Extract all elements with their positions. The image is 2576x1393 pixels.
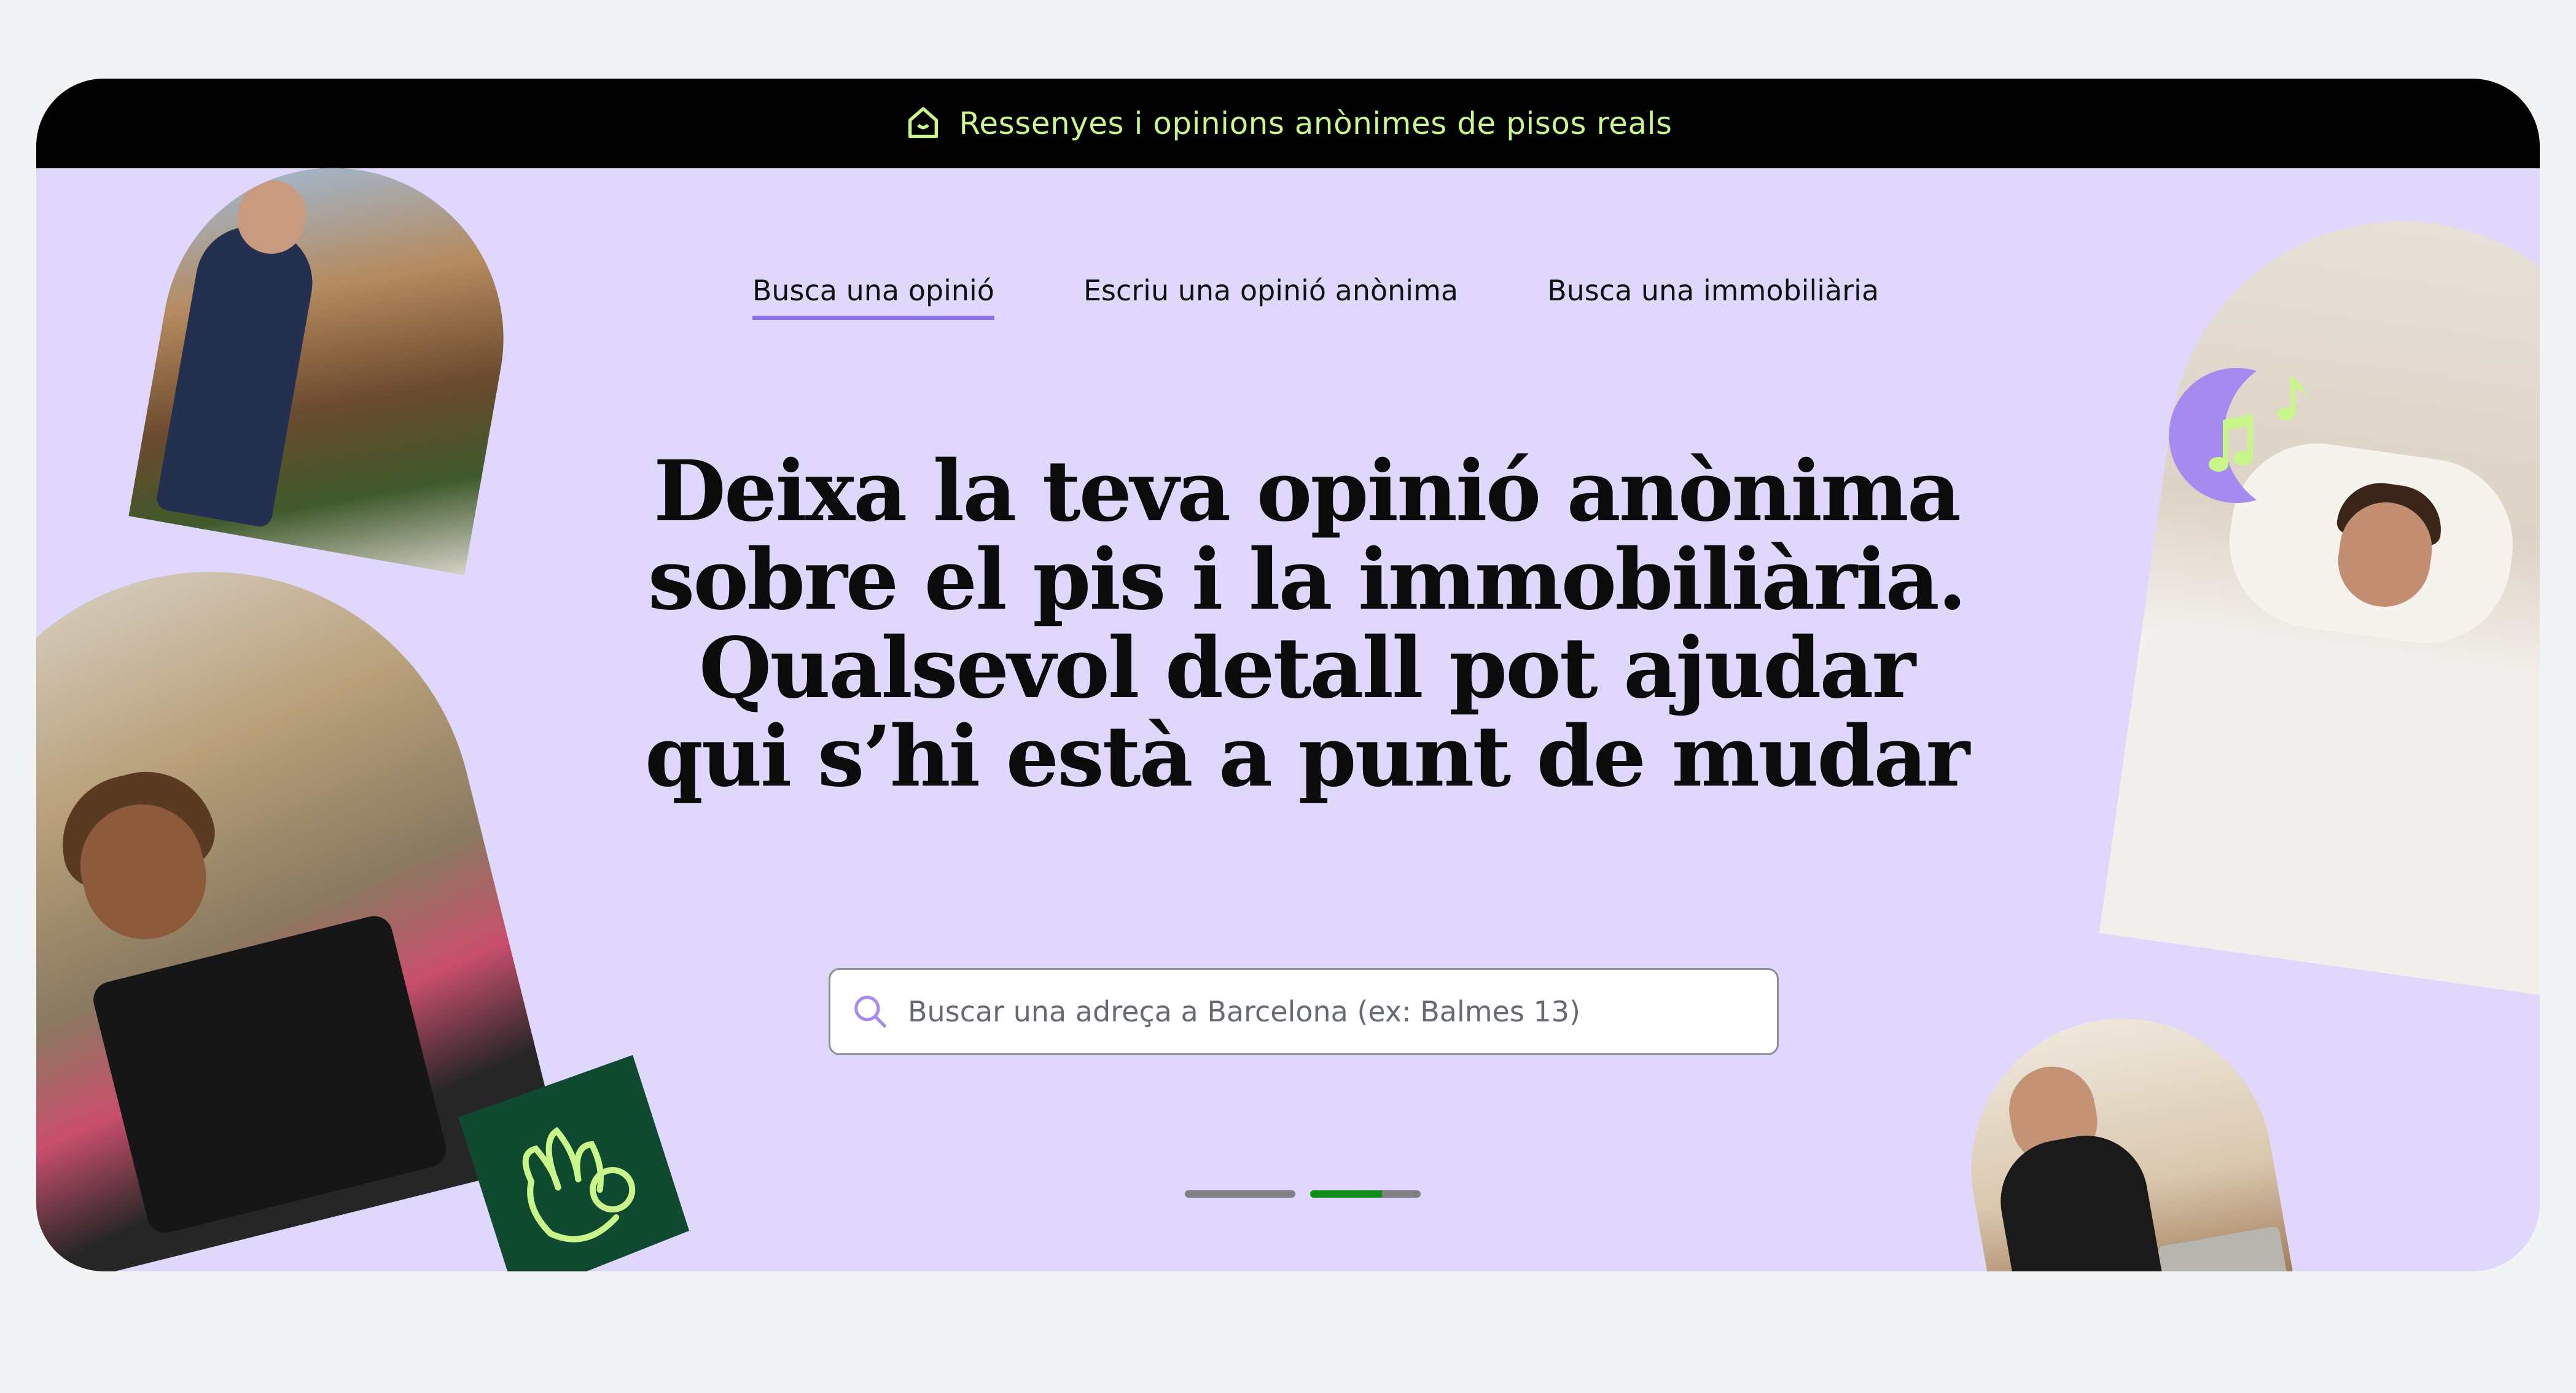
headline-line-1: Deixa la teva opinió anònima bbox=[654, 442, 1961, 540]
headline-line-4: qui s’hi està a punt de mudar bbox=[644, 708, 1970, 806]
headline-line-3: Qualsevol detall pot ajudar bbox=[698, 619, 1916, 717]
nav-escriu-opinio[interactable]: Escriu una opinió anònima bbox=[1083, 274, 1458, 320]
announcement-bar: Ressenyes i opinions anònimes de pisos r… bbox=[36, 79, 2540, 168]
carousel-indicator-1[interactable] bbox=[1185, 1190, 1295, 1198]
photo-man-at-desk bbox=[1947, 994, 2302, 1271]
headline-line-2: sobre el pis i la immobiliària. bbox=[647, 531, 1967, 629]
nav-busca-opinio[interactable]: Busca una opinió bbox=[752, 274, 994, 320]
carousel-progress-fill bbox=[1310, 1190, 1382, 1198]
carousel-indicators bbox=[1185, 1190, 1421, 1198]
main-nav: Busca una opinió Escriu una opinió anòni… bbox=[36, 274, 2540, 320]
address-search-input[interactable] bbox=[908, 995, 1755, 1028]
hero-card: Ressenyes i opinions anònimes de pisos r… bbox=[36, 79, 2540, 1271]
hero-headline: Deixa la teva opinió anònima sobre el pi… bbox=[36, 447, 2540, 801]
nav-busca-immobiliaria[interactable]: Busca una immobiliària bbox=[1547, 274, 1879, 320]
search-icon bbox=[854, 996, 886, 1028]
page: Ressenyes i opinions anònimes de pisos r… bbox=[0, 0, 2576, 1393]
carousel-indicator-2[interactable] bbox=[1310, 1190, 1421, 1198]
address-search-box[interactable] bbox=[829, 968, 1779, 1055]
home-icon bbox=[908, 107, 939, 138]
announcement-text: Ressenyes i opinions anònimes de pisos r… bbox=[959, 106, 1672, 141]
